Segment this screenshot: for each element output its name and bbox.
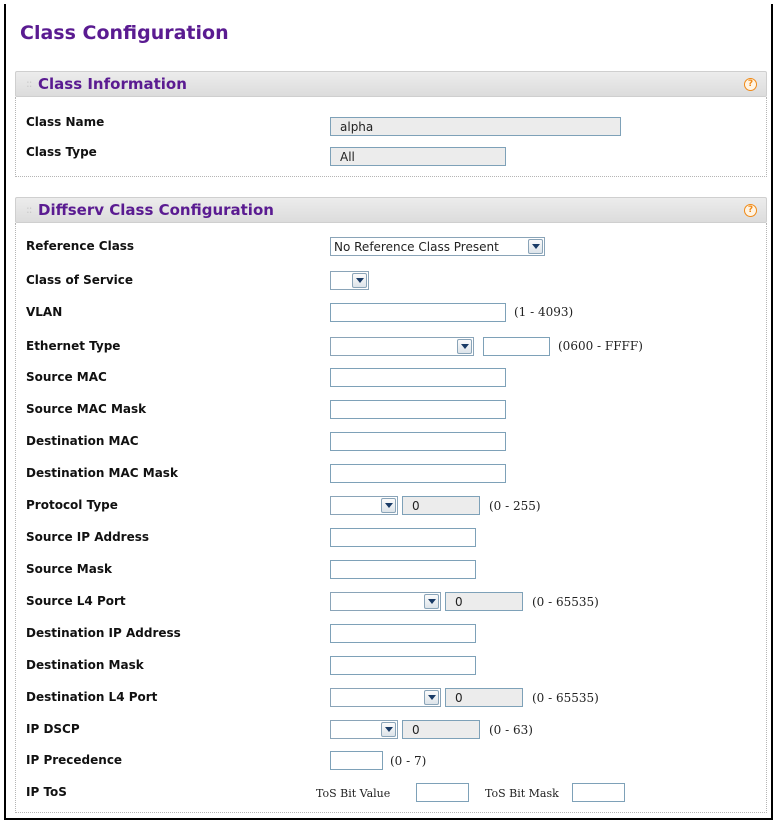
destination-mac-input[interactable] xyxy=(330,432,506,451)
destination-l4-port-select[interactable] xyxy=(330,688,441,707)
protocol-type-label: Protocol Type xyxy=(26,498,118,512)
chevron-down-icon[interactable] xyxy=(381,722,396,737)
destination-l4-port-input[interactable]: 0 xyxy=(445,688,523,707)
tos-bit-mask-input[interactable] xyxy=(572,783,625,802)
reference-class-select[interactable]: No Reference Class Present xyxy=(330,237,545,256)
chevron-down-icon[interactable] xyxy=(424,594,439,609)
source-mask-label: Source Mask xyxy=(26,562,112,576)
ethernet-type-label: Ethernet Type xyxy=(26,339,121,353)
grip-icon: :: xyxy=(26,203,33,216)
destination-l4-port-label: Destination L4 Port xyxy=(26,690,158,704)
vlan-label: VLAN xyxy=(26,305,63,319)
tos-bit-value-label: ToS Bit Value xyxy=(316,787,391,800)
grip-icon: :: xyxy=(26,77,33,90)
destination-mac-mask-label: Destination MAC Mask xyxy=(26,466,178,480)
tos-bit-mask-label: ToS Bit Mask xyxy=(485,787,559,800)
class-information-title: Class Information xyxy=(38,75,187,93)
class-of-service-select[interactable] xyxy=(330,271,369,290)
source-mac-mask-label: Source MAC Mask xyxy=(26,402,147,416)
ip-dscp-input[interactable]: 0 xyxy=(402,720,480,739)
help-icon[interactable]: ? xyxy=(744,204,757,217)
class-name-label: Class Name xyxy=(26,115,105,129)
protocol-type-select[interactable] xyxy=(330,496,398,515)
diffserv-header: :: Diffserv Class Configuration ? xyxy=(15,197,767,223)
destination-l4-port-range: (0 - 65535) xyxy=(532,691,599,705)
ip-dscp-label: IP DSCP xyxy=(26,722,80,736)
ethernet-type-select[interactable] xyxy=(330,337,474,356)
source-ip-address-input[interactable] xyxy=(330,528,476,547)
source-mac-label: Source MAC xyxy=(26,370,107,384)
help-icon[interactable]: ? xyxy=(744,78,757,91)
vlan-range: (1 - 4093) xyxy=(514,305,574,319)
class-information-body: Class Name alpha Class Type All xyxy=(15,97,767,177)
chevron-down-icon[interactable] xyxy=(352,273,367,288)
ip-precedence-input[interactable] xyxy=(330,751,383,770)
class-name-field: alpha xyxy=(330,117,621,136)
frame-bottom-border xyxy=(4,818,773,820)
ip-dscp-range: (0 - 63) xyxy=(489,723,533,737)
chevron-down-icon[interactable] xyxy=(457,339,472,354)
class-information-header: :: Class Information ? xyxy=(15,71,767,97)
diffserv-title: Diffserv Class Configuration xyxy=(38,201,274,219)
chevron-down-icon[interactable] xyxy=(424,690,439,705)
diffserv-body: Reference Class No Reference Class Prese… xyxy=(15,223,767,813)
reference-class-value: No Reference Class Present xyxy=(334,240,499,254)
tos-bit-value-input[interactable] xyxy=(416,783,469,802)
source-l4-port-range: (0 - 65535) xyxy=(532,595,599,609)
destination-mac-mask-input[interactable] xyxy=(330,464,506,483)
ethernet-type-input[interactable] xyxy=(483,337,550,356)
source-mask-input[interactable] xyxy=(330,560,476,579)
destination-mask-input[interactable] xyxy=(330,656,476,675)
vlan-input[interactable] xyxy=(330,303,506,322)
chevron-down-icon[interactable] xyxy=(528,239,543,254)
page-title: Class Configuration xyxy=(20,22,229,44)
source-l4-port-select[interactable] xyxy=(330,592,441,611)
ip-precedence-label: IP Precedence xyxy=(26,753,123,767)
protocol-type-input[interactable]: 0 xyxy=(402,496,480,515)
reference-class-label: Reference Class xyxy=(26,239,135,253)
class-of-service-label: Class of Service xyxy=(26,273,134,287)
destination-mac-label: Destination MAC xyxy=(26,434,139,448)
chevron-down-icon[interactable] xyxy=(381,498,396,513)
ip-tos-label: IP ToS xyxy=(26,785,67,799)
source-mac-input[interactable] xyxy=(330,368,506,387)
ethernet-type-range: (0600 - FFFF) xyxy=(558,339,643,353)
source-l4-port-input[interactable]: 0 xyxy=(445,592,523,611)
source-l4-port-label: Source L4 Port xyxy=(26,594,126,608)
class-type-label: Class Type xyxy=(26,145,97,159)
destination-mask-label: Destination Mask xyxy=(26,658,144,672)
class-type-field: All xyxy=(330,147,506,166)
destination-ip-address-label: Destination IP Address xyxy=(26,626,181,640)
protocol-type-range: (0 - 255) xyxy=(489,499,541,513)
source-ip-address-label: Source IP Address xyxy=(26,530,150,544)
ip-precedence-range: (0 - 7) xyxy=(390,754,427,768)
destination-ip-address-input[interactable] xyxy=(330,624,476,643)
ip-dscp-select[interactable] xyxy=(330,720,398,739)
source-mac-mask-input[interactable] xyxy=(330,400,506,419)
